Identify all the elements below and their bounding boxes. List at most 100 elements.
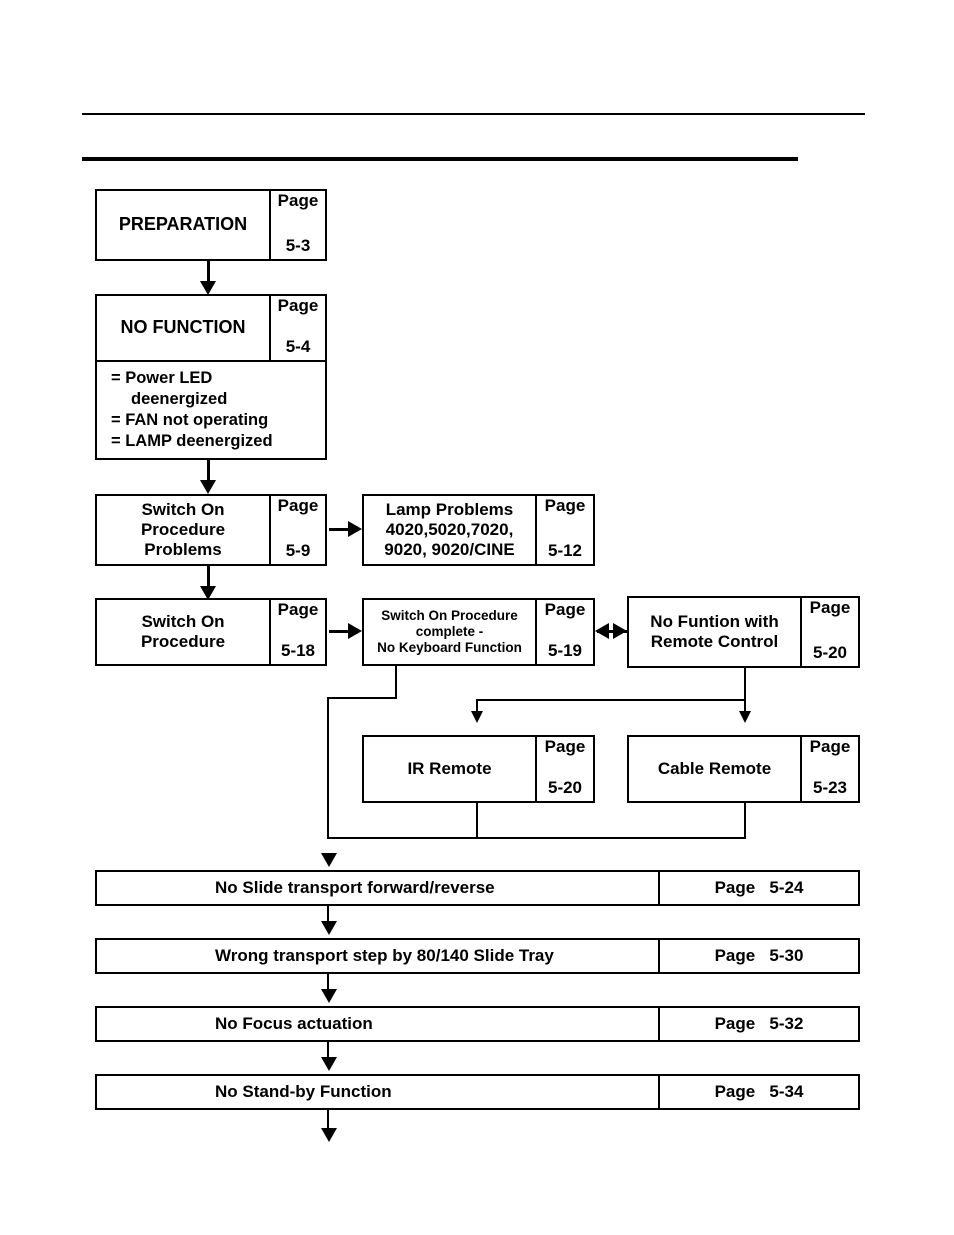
page-number: 5-20 [812,643,848,663]
bar-no-focus-actuation[interactable]: No Focus actuation Page 5-32 [95,1006,860,1042]
page-number: 5-9 [285,541,311,561]
connector-merge-horizontal [327,837,746,839]
page-word: Page [544,496,586,515]
bar-label: Wrong transport step by 80/140 Slide Tra… [215,946,554,965]
node-lamp-problems-line3: 9020, 9020/CINE [384,540,515,560]
connector-cable-remote-down [744,803,746,839]
node-switch-on-complete-title-cell: Switch On Procedure complete - No Keyboa… [364,600,535,664]
arrow-bar1-to-bar2 [321,921,337,935]
page-number: 5-18 [280,641,316,661]
node-lamp-problems-page-cell: Page 5-12 [535,496,593,564]
node-switch-on-problems-line3: Problems [144,540,222,560]
node-no-function-title: NO FUNCTION [120,317,246,338]
page-number: 5-20 [547,778,583,798]
symptom-item: = Power LED [111,368,213,387]
connector-complete-horizontal-to-spine [327,697,397,699]
bar-page: Page 5-34 [658,1076,858,1108]
node-no-function-header: NO FUNCTION Page 5-4 [97,296,325,362]
arrow-bar3-to-bar4 [321,1057,337,1071]
page-word: Page [277,191,319,210]
node-no-function-title-cell: NO FUNCTION [97,296,269,360]
node-switch-on-procedure-title-cell: Switch On Procedure [97,600,269,664]
node-preparation-page-cell: Page 5-3 [269,191,325,259]
page-word: Page [809,598,851,617]
connector-main-spine-vertical [327,697,329,839]
symptom-item: = FAN not operating [111,410,269,429]
symptom-item: = LAMP deenergized [111,431,273,450]
bar-page: Page 5-30 [658,940,858,972]
node-no-function-page-cell: Page 5-4 [269,296,325,360]
connector-remote-distribution-horizontal [476,699,746,701]
node-ir-remote-title-cell: IR Remote [364,737,535,801]
node-switch-on-problems[interactable]: Switch On Procedure Problems Page 5-9 [95,494,327,566]
bar-page: Page 5-32 [658,1008,858,1040]
node-lamp-problems-line1: Lamp Problems [385,499,514,519]
node-switch-on-complete-line2: complete - [415,624,484,640]
node-switch-on-complete-page-cell: Page 5-19 [535,600,593,664]
node-no-function-remote-line1: No Funtion with [650,611,779,631]
node-preparation-title: PREPARATION [118,214,248,235]
node-switch-on-procedure-line2: Procedure [140,632,226,651]
node-ir-remote[interactable]: IR Remote Page 5-20 [362,735,595,803]
node-switch-on-problems-title-cell: Switch On Procedure Problems [97,496,269,564]
page-word: Page [277,296,319,315]
node-switch-on-procedure-line1: Switch On [141,611,225,631]
bar-label: No Focus actuation [215,1014,373,1033]
node-cable-remote[interactable]: Cable Remote Page 5-23 [627,735,860,803]
bar-label: No Stand-by Function [215,1082,392,1101]
bar-wrong-transport-step[interactable]: Wrong transport step by 80/140 Slide Tra… [95,938,860,974]
arrow-switchproblems-to-lamp [348,521,362,537]
page-number: 5-19 [547,641,583,661]
connector-complete-down-stub [395,666,397,699]
header-rule-top [82,113,865,115]
arrow-complete-bidirectional-right [613,623,627,639]
page-number: 5-4 [285,336,311,356]
arrow-bar4-trailing [321,1128,337,1142]
node-cable-remote-title: Cable Remote [657,758,772,778]
node-ir-remote-page-cell: Page 5-20 [535,737,593,801]
node-preparation[interactable]: PREPARATION Page 5-3 [95,189,327,261]
node-no-function-remote-line2: Remote Control [650,632,779,651]
node-lamp-problems-line2: 4020,5020,7020, [385,519,514,539]
arrow-nofunction-to-switchproblems [200,480,216,494]
node-switch-on-complete-line1: Switch On Procedure [381,608,518,624]
arrow-prep-to-nofunction [200,281,216,295]
node-lamp-problems-title-cell: Lamp Problems 4020,5020,7020, 9020, 9020… [364,496,535,564]
symptom-item-continuation: deenergized [131,389,228,408]
arrow-to-ir-remote [471,711,483,723]
page-word: Page [809,737,851,756]
node-no-function-remote[interactable]: No Funtion with Remote Control Page 5-20 [627,596,860,668]
arrow-to-cable-remote [739,711,751,723]
page-number: 5-23 [812,778,848,798]
page-word: Page [544,600,586,619]
node-switch-on-procedure[interactable]: Switch On Procedure Page 5-18 [95,598,327,666]
bar-page: Page 5-24 [658,872,858,904]
node-switch-on-procedure-page-cell: Page 5-18 [269,600,325,664]
connector-remote-down-stub [744,668,746,701]
node-cable-remote-page-cell: Page 5-23 [800,737,858,801]
node-no-function-remote-page-cell: Page 5-20 [800,598,858,666]
page-word: Page [277,496,319,515]
node-preparation-title-cell: PREPARATION [97,191,269,259]
node-no-function-remote-title-cell: No Funtion with Remote Control [629,598,800,666]
bar-label: No Slide transport forward/reverse [215,878,495,897]
bar-no-slide-transport[interactable]: No Slide transport forward/reverse Page … [95,870,860,906]
bar-no-standby-function[interactable]: No Stand-by Function Page 5-34 [95,1074,860,1110]
node-no-function[interactable]: NO FUNCTION Page 5-4 = Power LED deenerg… [95,294,327,460]
node-ir-remote-title: IR Remote [407,758,492,778]
node-switch-on-problems-page-cell: Page 5-9 [269,496,325,564]
arrow-switchprocedure-to-complete [348,623,362,639]
page-number: 5-12 [547,541,583,561]
arrow-spine-to-bar-1 [321,853,337,867]
node-no-function-symptom-list: = Power LED deenergized = FAN not operat… [97,362,325,458]
node-cable-remote-title-cell: Cable Remote [629,737,800,801]
arrow-complete-bidirectional-left [595,623,609,639]
page-word: Page [277,600,319,619]
node-switch-on-complete-line3: No Keyboard Function [377,639,522,655]
arrow-bar2-to-bar3 [321,989,337,1003]
node-switch-on-complete[interactable]: Switch On Procedure complete - No Keyboa… [362,598,595,666]
node-switch-on-problems-line2: Procedure [140,519,226,539]
node-lamp-problems[interactable]: Lamp Problems 4020,5020,7020, 9020, 9020… [362,494,595,566]
connector-ir-remote-down [476,803,478,839]
node-switch-on-problems-line1: Switch On [141,499,225,519]
